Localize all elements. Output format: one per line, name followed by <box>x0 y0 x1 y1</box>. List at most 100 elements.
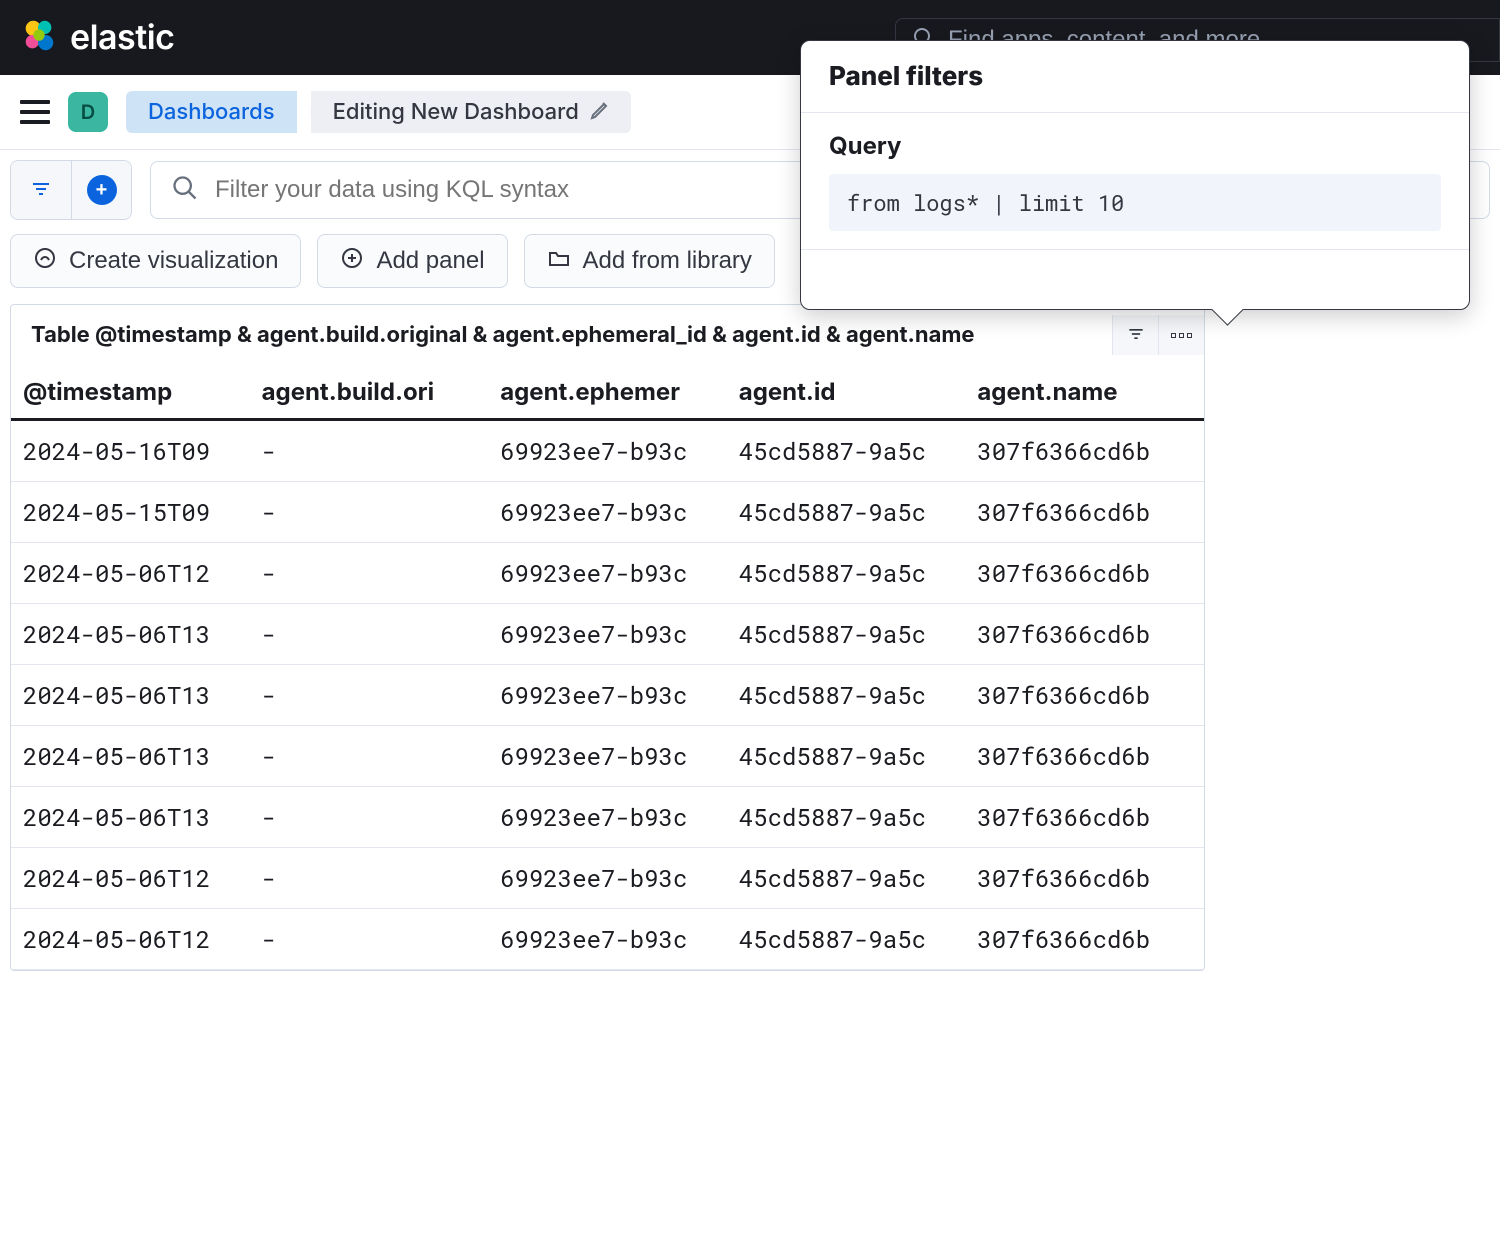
filter-icon <box>1126 324 1146 347</box>
cell-ts: 2024-05-06T13 <box>11 787 250 848</box>
cell-build: - <box>250 726 489 787</box>
cell-id: 45cd5887-9a5c <box>727 665 966 726</box>
space-initial: D <box>81 100 95 124</box>
table-row[interactable]: 2024-05-06T13-69923ee7-b93c45cd5887-9a5c… <box>11 726 1204 787</box>
cell-ts: 2024-05-06T13 <box>11 726 250 787</box>
table-panel: Table @timestamp & agent.build.original … <box>10 304 1205 971</box>
breadcrumb-editing[interactable]: Editing New Dashboard <box>311 91 631 133</box>
popover-query-value[interactable]: from logs* | limit 10 <box>829 174 1441 231</box>
breadcrumb-editing-label: Editing New Dashboard <box>333 99 579 125</box>
cell-build: - <box>250 665 489 726</box>
cell-build: - <box>250 909 489 970</box>
panel-actions <box>1112 315 1204 355</box>
cell-name: 307f6366cd6b <box>965 909 1204 970</box>
cell-ts: 2024-05-06T13 <box>11 604 250 665</box>
panel-options-button[interactable] <box>1158 315 1204 355</box>
brand-logo[interactable]: elastic <box>20 17 174 59</box>
cell-name: 307f6366cd6b <box>965 726 1204 787</box>
table-row[interactable]: 2024-05-06T12-69923ee7-b93c45cd5887-9a5c… <box>11 909 1204 970</box>
space-avatar[interactable]: D <box>68 92 108 132</box>
table-row[interactable]: 2024-05-06T12-69923ee7-b93c45cd5887-9a5c… <box>11 543 1204 604</box>
create-visualization-button[interactable]: Create visualization <box>10 234 301 288</box>
cell-ts: 2024-05-06T13 <box>11 665 250 726</box>
col-header-build[interactable]: agent.build.ori <box>250 365 489 420</box>
nav-toggle-button[interactable] <box>20 100 50 124</box>
breadcrumb-dashboards-label: Dashboards <box>148 99 275 125</box>
cell-eph: 69923ee7-b93c <box>488 726 727 787</box>
add-panel-label: Add panel <box>376 247 484 275</box>
cell-name: 307f6366cd6b <box>965 787 1204 848</box>
cell-eph: 69923ee7-b93c <box>488 848 727 909</box>
cell-build: - <box>250 482 489 543</box>
col-header-timestamp[interactable]: @timestamp <box>11 365 250 420</box>
add-filter-button[interactable]: + <box>71 161 131 219</box>
table-row[interactable]: 2024-05-06T12-69923ee7-b93c45cd5887-9a5c… <box>11 848 1204 909</box>
cell-name: 307f6366cd6b <box>965 543 1204 604</box>
data-table: @timestamp agent.build.ori agent.ephemer… <box>11 365 1204 970</box>
panel-filters-popover: Panel filters Query from logs* | limit 1… <box>800 40 1470 310</box>
cell-eph: 69923ee7-b93c <box>488 604 727 665</box>
cell-name: 307f6366cd6b <box>965 482 1204 543</box>
cell-id: 45cd5887-9a5c <box>727 482 966 543</box>
col-header-ephemeral[interactable]: agent.ephemer <box>488 365 727 420</box>
table-row[interactable]: 2024-05-06T13-69923ee7-b93c45cd5887-9a5c… <box>11 604 1204 665</box>
panel-filters-button[interactable] <box>1112 315 1158 355</box>
cell-name: 307f6366cd6b <box>965 848 1204 909</box>
saved-query-button[interactable] <box>11 161 71 219</box>
lens-icon <box>33 246 57 277</box>
cell-eph: 69923ee7-b93c <box>488 787 727 848</box>
cell-id: 45cd5887-9a5c <box>727 420 966 482</box>
cell-ts: 2024-05-06T12 <box>11 848 250 909</box>
filter-icon <box>29 177 53 204</box>
cell-id: 45cd5887-9a5c <box>727 543 966 604</box>
table-row[interactable]: 2024-05-15T09-69923ee7-b93c45cd5887-9a5c… <box>11 482 1204 543</box>
panel-title: Table @timestamp & agent.build.original … <box>31 322 975 348</box>
popover-query-label: Query <box>829 131 1441 160</box>
cell-eph: 69923ee7-b93c <box>488 482 727 543</box>
plus-circle-outline-icon <box>340 246 364 277</box>
breadcrumb: Dashboards Editing New Dashboard <box>126 91 631 133</box>
cell-name: 307f6366cd6b <box>965 420 1204 482</box>
cell-build: - <box>250 420 489 482</box>
cell-id: 45cd5887-9a5c <box>727 787 966 848</box>
folder-open-icon <box>547 246 571 277</box>
add-panel-button[interactable]: Add panel <box>317 234 507 288</box>
filter-button-group: + <box>10 160 132 220</box>
popover-title: Panel filters <box>801 41 1469 113</box>
brand-name: elastic <box>70 17 174 58</box>
cell-id: 45cd5887-9a5c <box>727 848 966 909</box>
add-from-library-label: Add from library <box>583 247 752 275</box>
table-header-row: @timestamp agent.build.ori agent.ephemer… <box>11 365 1204 420</box>
cell-build: - <box>250 604 489 665</box>
cell-eph: 69923ee7-b93c <box>488 543 727 604</box>
cell-name: 307f6366cd6b <box>965 604 1204 665</box>
cell-build: - <box>250 787 489 848</box>
cell-name: 307f6366cd6b <box>965 665 1204 726</box>
more-horizontal-icon <box>1171 333 1192 338</box>
pencil-icon <box>589 97 613 127</box>
panel-header: Table @timestamp & agent.build.original … <box>11 305 1204 365</box>
cell-ts: 2024-05-15T09 <box>11 482 250 543</box>
col-header-agent-id[interactable]: agent.id <box>727 365 966 420</box>
cell-eph: 69923ee7-b93c <box>488 420 727 482</box>
col-header-agent-name[interactable]: agent.name <box>965 365 1204 420</box>
cell-ts: 2024-05-06T12 <box>11 909 250 970</box>
table-row[interactable]: 2024-05-06T13-69923ee7-b93c45cd5887-9a5c… <box>11 787 1204 848</box>
cell-id: 45cd5887-9a5c <box>727 909 966 970</box>
cell-build: - <box>250 543 489 604</box>
table-row[interactable]: 2024-05-06T13-69923ee7-b93c45cd5887-9a5c… <box>11 665 1204 726</box>
plus-circle-icon: + <box>87 175 117 205</box>
cell-build: - <box>250 848 489 909</box>
breadcrumb-dashboards[interactable]: Dashboards <box>126 91 297 133</box>
create-visualization-label: Create visualization <box>69 247 278 275</box>
search-icon <box>171 174 199 206</box>
table-row[interactable]: 2024-05-16T09-69923ee7-b93c45cd5887-9a5c… <box>11 420 1204 482</box>
add-from-library-button[interactable]: Add from library <box>524 234 775 288</box>
popover-footer <box>801 249 1469 309</box>
cell-eph: 69923ee7-b93c <box>488 909 727 970</box>
cell-eph: 69923ee7-b93c <box>488 665 727 726</box>
cell-id: 45cd5887-9a5c <box>727 726 966 787</box>
cell-id: 45cd5887-9a5c <box>727 604 966 665</box>
cell-ts: 2024-05-06T12 <box>11 543 250 604</box>
elastic-logo-icon <box>20 17 58 59</box>
